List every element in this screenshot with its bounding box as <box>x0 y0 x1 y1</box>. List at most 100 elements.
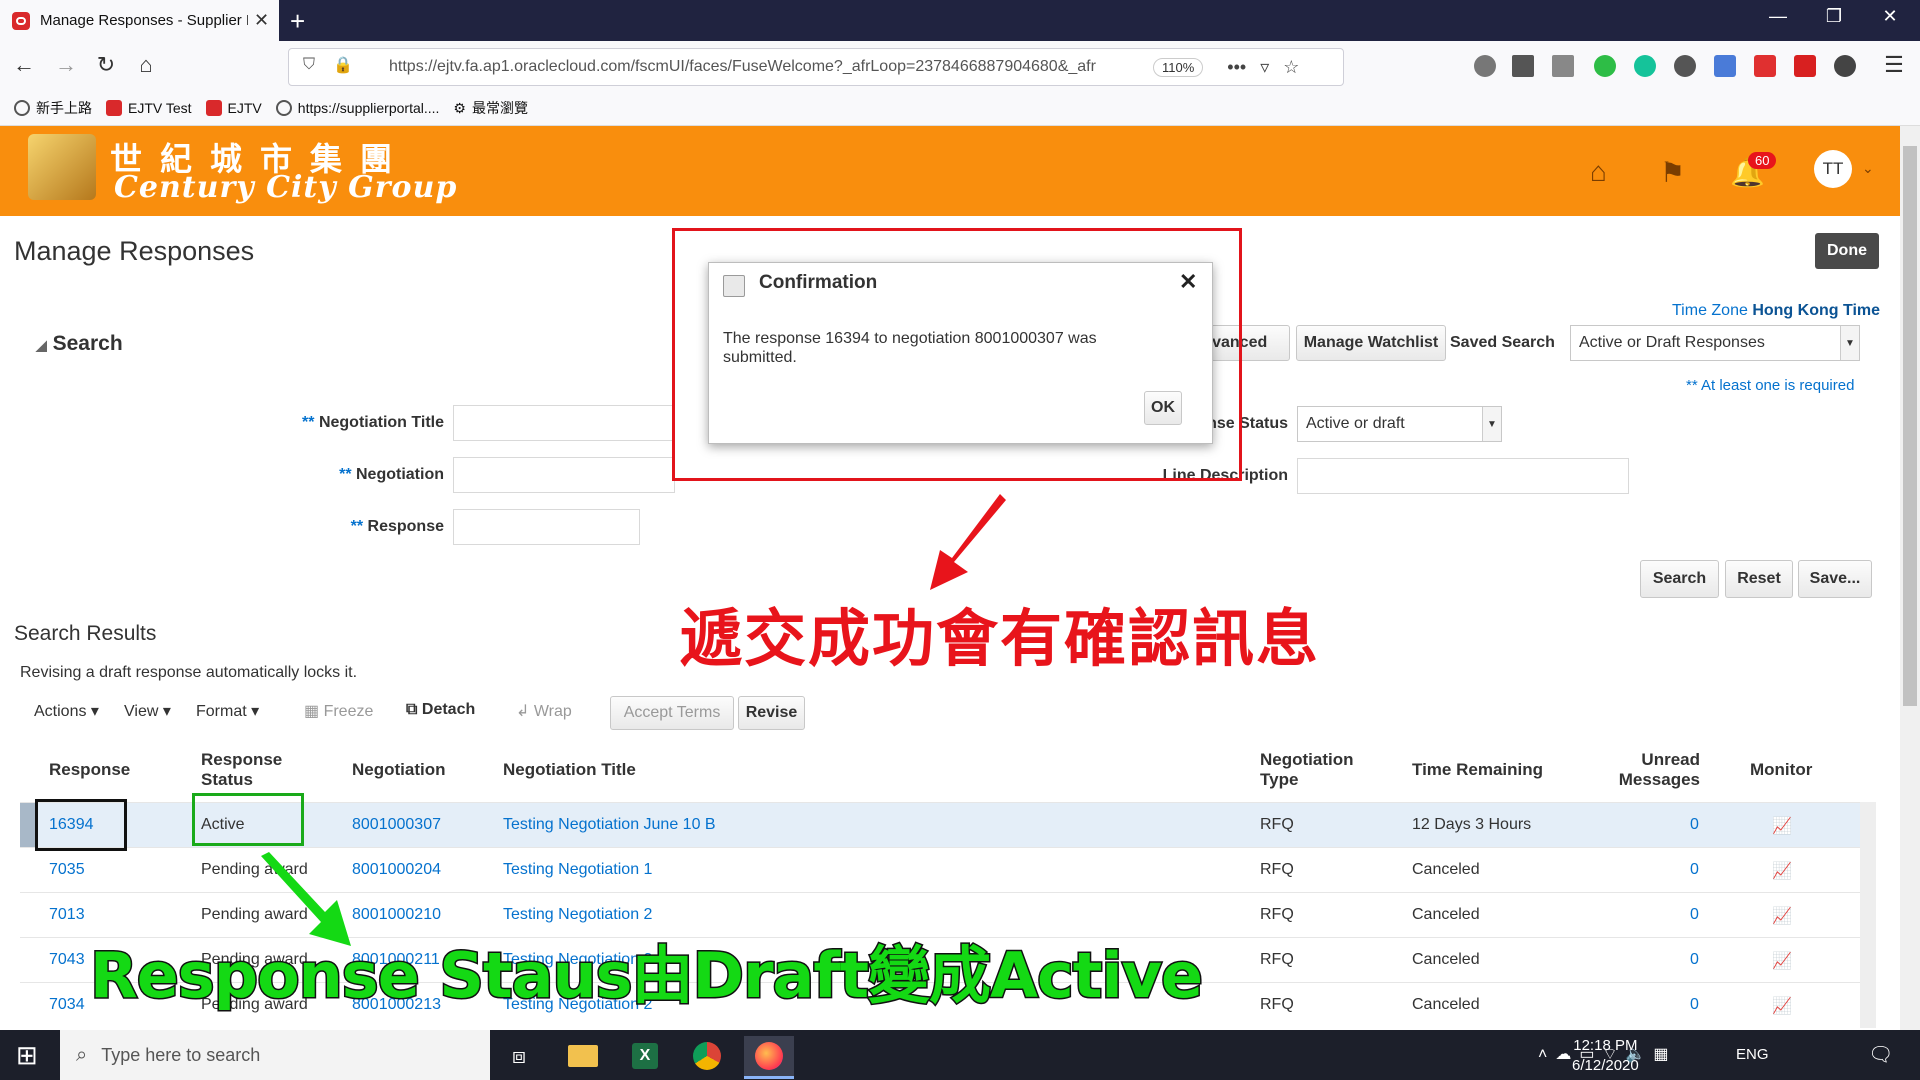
sidebar-icon[interactable] <box>1552 55 1574 77</box>
column-header[interactable]: Negotiation Title <box>503 760 636 780</box>
negotiation-link[interactable]: 8001000307 <box>352 816 441 834</box>
url-bar[interactable]: ⛉ 🔒 https://ejtv.fa.ap1.oraclecloud.com/… <box>288 48 1344 86</box>
response-link[interactable]: 7034 <box>49 996 85 1014</box>
library-icon[interactable] <box>1512 55 1534 77</box>
manage-watchlist-button[interactable]: Manage Watchlist <box>1296 325 1446 361</box>
column-header[interactable]: Unread Messages <box>1600 750 1700 790</box>
format-menu[interactable]: Format ▾ <box>196 701 259 721</box>
unread-messages-link[interactable]: 0 <box>1690 906 1699 924</box>
negotiation-title-link[interactable]: Testing Negotiation 1 <box>503 861 652 879</box>
bookmark-item[interactable]: ⚙ 最常瀏覽 <box>453 98 528 118</box>
response-link[interactable]: 7043 <box>49 951 85 969</box>
url-text: https://ejtv.fa.ap1.oraclecloud.com/fscm… <box>389 58 1096 75</box>
close-window-icon[interactable]: ✕ <box>1867 6 1913 27</box>
bookmark-item[interactable]: EJTV <box>205 100 262 116</box>
pocket-icon[interactable]: ▿ <box>1260 57 1269 78</box>
negotiation-link[interactable]: 8001000204 <box>352 861 441 879</box>
negotiation-input[interactable] <box>453 457 675 493</box>
check-extension-icon[interactable] <box>1594 55 1616 77</box>
search-button[interactable]: Search <box>1640 560 1719 598</box>
response-link[interactable]: 7013 <box>49 906 85 924</box>
save-search-button[interactable]: Save... <box>1798 560 1872 598</box>
chevron-down-icon[interactable]: ⌄ <box>1862 160 1874 177</box>
response-link[interactable]: 7035 <box>49 861 85 879</box>
extension-icon[interactable] <box>1714 55 1736 77</box>
column-header[interactable]: Time Remaining <box>1412 760 1543 780</box>
response-status-select[interactable]: Active or draft ▼ <box>1297 406 1502 442</box>
excel-icon[interactable]: X <box>620 1036 670 1076</box>
back-icon[interactable]: ← <box>8 52 40 78</box>
menu-icon[interactable]: ☰ <box>1878 52 1910 78</box>
bookmark-item[interactable]: 新手上路 <box>14 98 92 118</box>
reload-icon[interactable]: ↻ <box>90 52 122 78</box>
negotiation-title-link[interactable]: Testing Negotiation 2 <box>503 906 652 924</box>
unread-messages-link[interactable]: 0 <box>1690 996 1699 1014</box>
bookmark-item[interactable]: https://supplierportal.... <box>275 100 439 116</box>
monitor-chart-icon[interactable]: 📈 <box>1772 996 1792 1016</box>
home-icon[interactable]: ⌂ <box>1590 156 1607 188</box>
input-language[interactable]: ENG <box>1736 1046 1769 1063</box>
saved-search-select[interactable]: Active or Draft Responses ▼ <box>1570 325 1860 361</box>
account-icon[interactable] <box>1674 55 1696 77</box>
search-section-heading[interactable]: ◢ Search <box>36 332 123 356</box>
search-icon: ⌕ <box>76 1043 88 1066</box>
line-description-input[interactable] <box>1297 458 1629 494</box>
browser-tab[interactable]: Manage Responses - Supplier P ✕ <box>0 0 279 41</box>
bookmark-item[interactable]: EJTV Test <box>106 100 192 116</box>
negotiation-title-link[interactable]: Testing Negotiation June 10 B <box>503 816 716 834</box>
actions-menu[interactable]: Actions ▾ <box>34 701 99 721</box>
column-header[interactable]: Negotiation Type <box>1260 750 1370 790</box>
close-tab-icon[interactable]: ✕ <box>254 10 269 31</box>
revise-button[interactable]: Revise <box>738 696 805 730</box>
monitor-chart-icon[interactable]: 📈 <box>1772 906 1792 926</box>
restore-icon[interactable]: ❐ <box>1811 6 1857 27</box>
extension-2-icon[interactable] <box>1834 55 1856 77</box>
column-header[interactable]: Response Status <box>201 750 311 790</box>
pdf-icon[interactable] <box>1794 55 1816 77</box>
response-input[interactable] <box>453 509 640 545</box>
negotiation-link[interactable]: 8001000210 <box>352 906 441 924</box>
taskbar-clock[interactable]: 12:18 PM 6/12/2020 <box>1572 1036 1639 1076</box>
windows-start-icon[interactable]: ⊞ <box>16 1040 38 1071</box>
grammarly-icon[interactable] <box>1634 55 1656 77</box>
table-scrollbar[interactable] <box>1860 802 1876 1028</box>
detach-button[interactable]: ⧉ Detach <box>406 701 475 719</box>
negotiation-type: RFQ <box>1260 996 1294 1013</box>
done-button[interactable]: Done <box>1815 233 1879 269</box>
flag-icon[interactable]: ⚑ <box>1660 156 1685 189</box>
zoom-level[interactable]: 110% <box>1153 57 1204 77</box>
firefox-icon[interactable] <box>744 1036 794 1079</box>
wrap-button[interactable]: ↲ Wrap <box>516 701 572 721</box>
unread-messages-link[interactable]: 0 <box>1690 861 1699 879</box>
column-header[interactable]: Response <box>49 760 130 780</box>
unread-messages-link[interactable]: 0 <box>1690 816 1699 834</box>
page-scrollbar[interactable] <box>1900 126 1920 1030</box>
chrome-icon[interactable] <box>682 1036 732 1076</box>
task-view-icon[interactable]: ⧈ <box>494 1036 544 1076</box>
forward-icon[interactable]: → <box>50 52 82 78</box>
monitor-chart-icon[interactable]: 📈 <box>1772 951 1792 971</box>
monitor-chart-icon[interactable]: 📈 <box>1772 816 1792 836</box>
accept-terms-button[interactable]: Accept Terms <box>610 696 734 730</box>
red-highlight-box <box>672 228 1242 481</box>
new-tab-icon[interactable]: + <box>290 6 305 37</box>
home-icon[interactable]: ⌂ <box>130 52 162 78</box>
results-note: Revising a draft response automatically … <box>20 664 358 681</box>
more-icon[interactable]: ••• <box>1227 57 1246 78</box>
action-center-icon[interactable]: 🗨 <box>1868 1042 1893 1067</box>
unread-messages-link[interactable]: 0 <box>1690 951 1699 969</box>
reset-button[interactable]: Reset <box>1725 560 1793 598</box>
minimize-icon[interactable]: — <box>1755 6 1801 27</box>
ublock-icon[interactable] <box>1754 55 1776 77</box>
column-header[interactable]: Negotiation <box>352 760 446 780</box>
freeze-button[interactable]: ▦ Freeze <box>304 701 373 721</box>
negotiation-title-input[interactable] <box>453 405 675 441</box>
user-avatar[interactable]: TT <box>1814 150 1852 188</box>
column-header[interactable]: Monitor <box>1750 760 1812 780</box>
taskbar-search[interactable]: ⌕ Type here to search <box>60 1030 490 1080</box>
reading-list-icon[interactable] <box>1474 55 1496 77</box>
monitor-chart-icon[interactable]: 📈 <box>1772 861 1792 881</box>
file-explorer-icon[interactable] <box>558 1036 608 1076</box>
view-menu[interactable]: View ▾ <box>124 701 171 721</box>
bookmark-star-icon[interactable]: ☆ <box>1283 57 1299 78</box>
